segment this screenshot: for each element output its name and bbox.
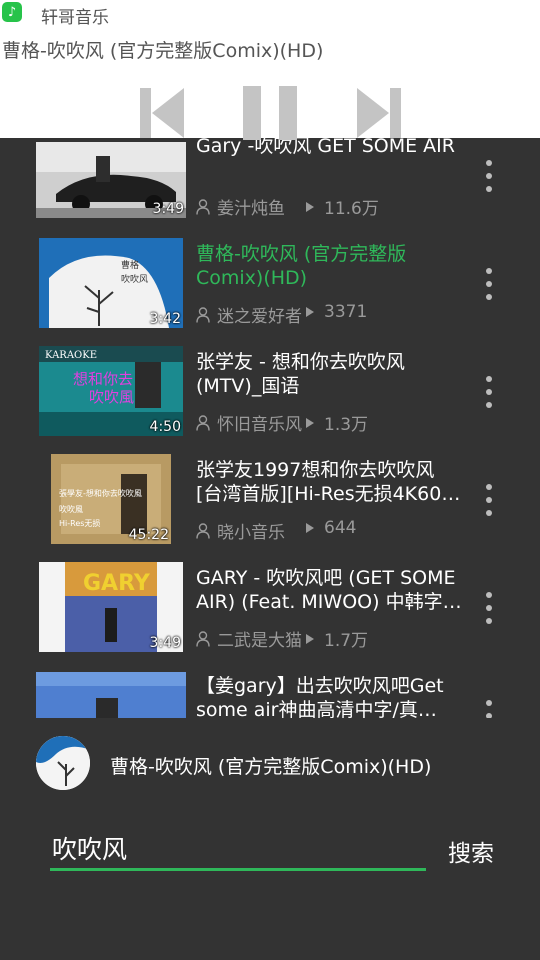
more-options-button[interactable] xyxy=(482,592,496,624)
pause-button[interactable] xyxy=(243,86,299,140)
media-notification[interactable]: ♪ 轩哥音乐 曹格-吹吹风 (官方完整版Comix)(HD) xyxy=(0,0,540,140)
play-count-icon xyxy=(306,523,314,533)
video-thumbnail: 3:49 xyxy=(36,142,186,218)
video-thumbnail: 張學友-想和你去吹吹風 吹吹風 Hi-Res无损 45:22 xyxy=(51,454,171,544)
skip-next-icon xyxy=(357,88,401,138)
video-item[interactable]: 張學友-想和你去吹吹風 吹吹風 Hi-Res无损 45:22 张学友1997想和… xyxy=(0,432,540,544)
user-icon xyxy=(196,414,210,431)
user-icon xyxy=(196,198,210,215)
video-item[interactable]: GARY 3:49 GARY - 吹吹风吧 (GET SOME AIR) (Fe… xyxy=(0,540,540,652)
more-options-button[interactable] xyxy=(482,484,496,516)
play-count-icon xyxy=(306,633,314,644)
video-duration: 3:49 xyxy=(152,201,184,217)
video-views: 3371 xyxy=(324,302,368,322)
search-underline xyxy=(50,868,426,871)
now-playing-title: 曹格-吹吹风 (官方完整版Comix)(HD) xyxy=(110,756,432,778)
more-options-button[interactable] xyxy=(482,376,496,408)
thumbnail-caption: GARY xyxy=(83,571,151,596)
svg-text:吹吹风: 吹吹风 xyxy=(121,273,148,285)
svg-text:Hi-Res无损: Hi-Res无损 xyxy=(59,518,100,528)
video-title: GARY - 吹吹风吧 (GET SOME AIR) (Feat. MIWOO)… xyxy=(196,567,462,613)
more-options-button[interactable] xyxy=(482,700,496,718)
skip-previous-icon xyxy=(140,88,184,138)
user-icon xyxy=(196,630,210,647)
svg-text:曹格: 曹格 xyxy=(121,259,139,271)
video-thumbnail: GARY 3:49 xyxy=(39,562,183,652)
svg-text:張學友-想和你去吹吹風: 張學友-想和你去吹吹風 xyxy=(59,488,142,498)
music-note-icon: ♪ xyxy=(2,2,22,22)
more-options-button[interactable] xyxy=(482,268,496,300)
video-thumbnail: 曹格 吹吹风 3:42 xyxy=(39,238,183,328)
video-title: 张学友 - 想和你去吹吹风 (MTV)_国语 xyxy=(196,351,405,397)
pause-icon xyxy=(243,86,297,140)
now-playing-bar[interactable]: 曹格-吹吹风 (官方完整版Comix)(HD) xyxy=(0,724,540,804)
video-item[interactable]: 【姜gary】出去吹吹风吧Get some air神曲高清中字/真… xyxy=(0,648,540,718)
video-title: 张学友1997想和你去吹吹风 [台湾首版][Hi-Res无损4K60… xyxy=(196,459,461,505)
previous-button[interactable] xyxy=(140,86,184,140)
notification-title: 曹格-吹吹风 (官方完整版Comix)(HD) xyxy=(2,40,324,62)
search-input[interactable] xyxy=(52,828,426,868)
album-art[interactable] xyxy=(36,736,90,790)
search-bar[interactable]: 搜索 xyxy=(0,820,540,880)
app-name: 轩哥音乐 xyxy=(41,8,109,28)
svg-text:吹吹風: 吹吹風 xyxy=(59,504,83,514)
thumbnail-caption: KARAOKE xyxy=(45,350,97,361)
next-button[interactable] xyxy=(357,86,401,140)
video-views: 644 xyxy=(324,518,357,538)
video-list[interactable]: 3:49 Gary -吹吹风 GET SOME AIR 姜汁炖鱼 11.6万 曹… xyxy=(0,108,540,718)
video-title: 【姜gary】出去吹吹风吧Get some air神曲高清中字/真… xyxy=(196,675,444,718)
user-icon xyxy=(196,306,210,323)
play-count-icon xyxy=(306,201,314,212)
more-options-button[interactable] xyxy=(482,160,496,192)
video-title: 曹格-吹吹风 (官方完整版 Comix)(HD) xyxy=(196,243,407,289)
play-count-icon xyxy=(306,417,314,428)
search-button[interactable]: 搜索 xyxy=(448,834,494,868)
svg-text:想和你去: 想和你去 xyxy=(73,370,133,388)
svg-text:吹吹風: 吹吹風 xyxy=(89,388,134,406)
video-item[interactable]: KARAOKE 想和你去 吹吹風 4:50 张学友 - 想和你去吹吹风 (MTV… xyxy=(0,324,540,436)
play-count-icon xyxy=(306,307,314,317)
video-thumbnail: KARAOKE 想和你去 吹吹風 4:50 xyxy=(39,346,183,436)
video-thumbnail xyxy=(36,672,186,718)
video-item-active[interactable]: 曹格 吹吹风 3:42 曹格-吹吹风 (官方完整版 Comix)(HD) 迷之爱… xyxy=(0,216,540,328)
user-icon xyxy=(196,522,210,539)
